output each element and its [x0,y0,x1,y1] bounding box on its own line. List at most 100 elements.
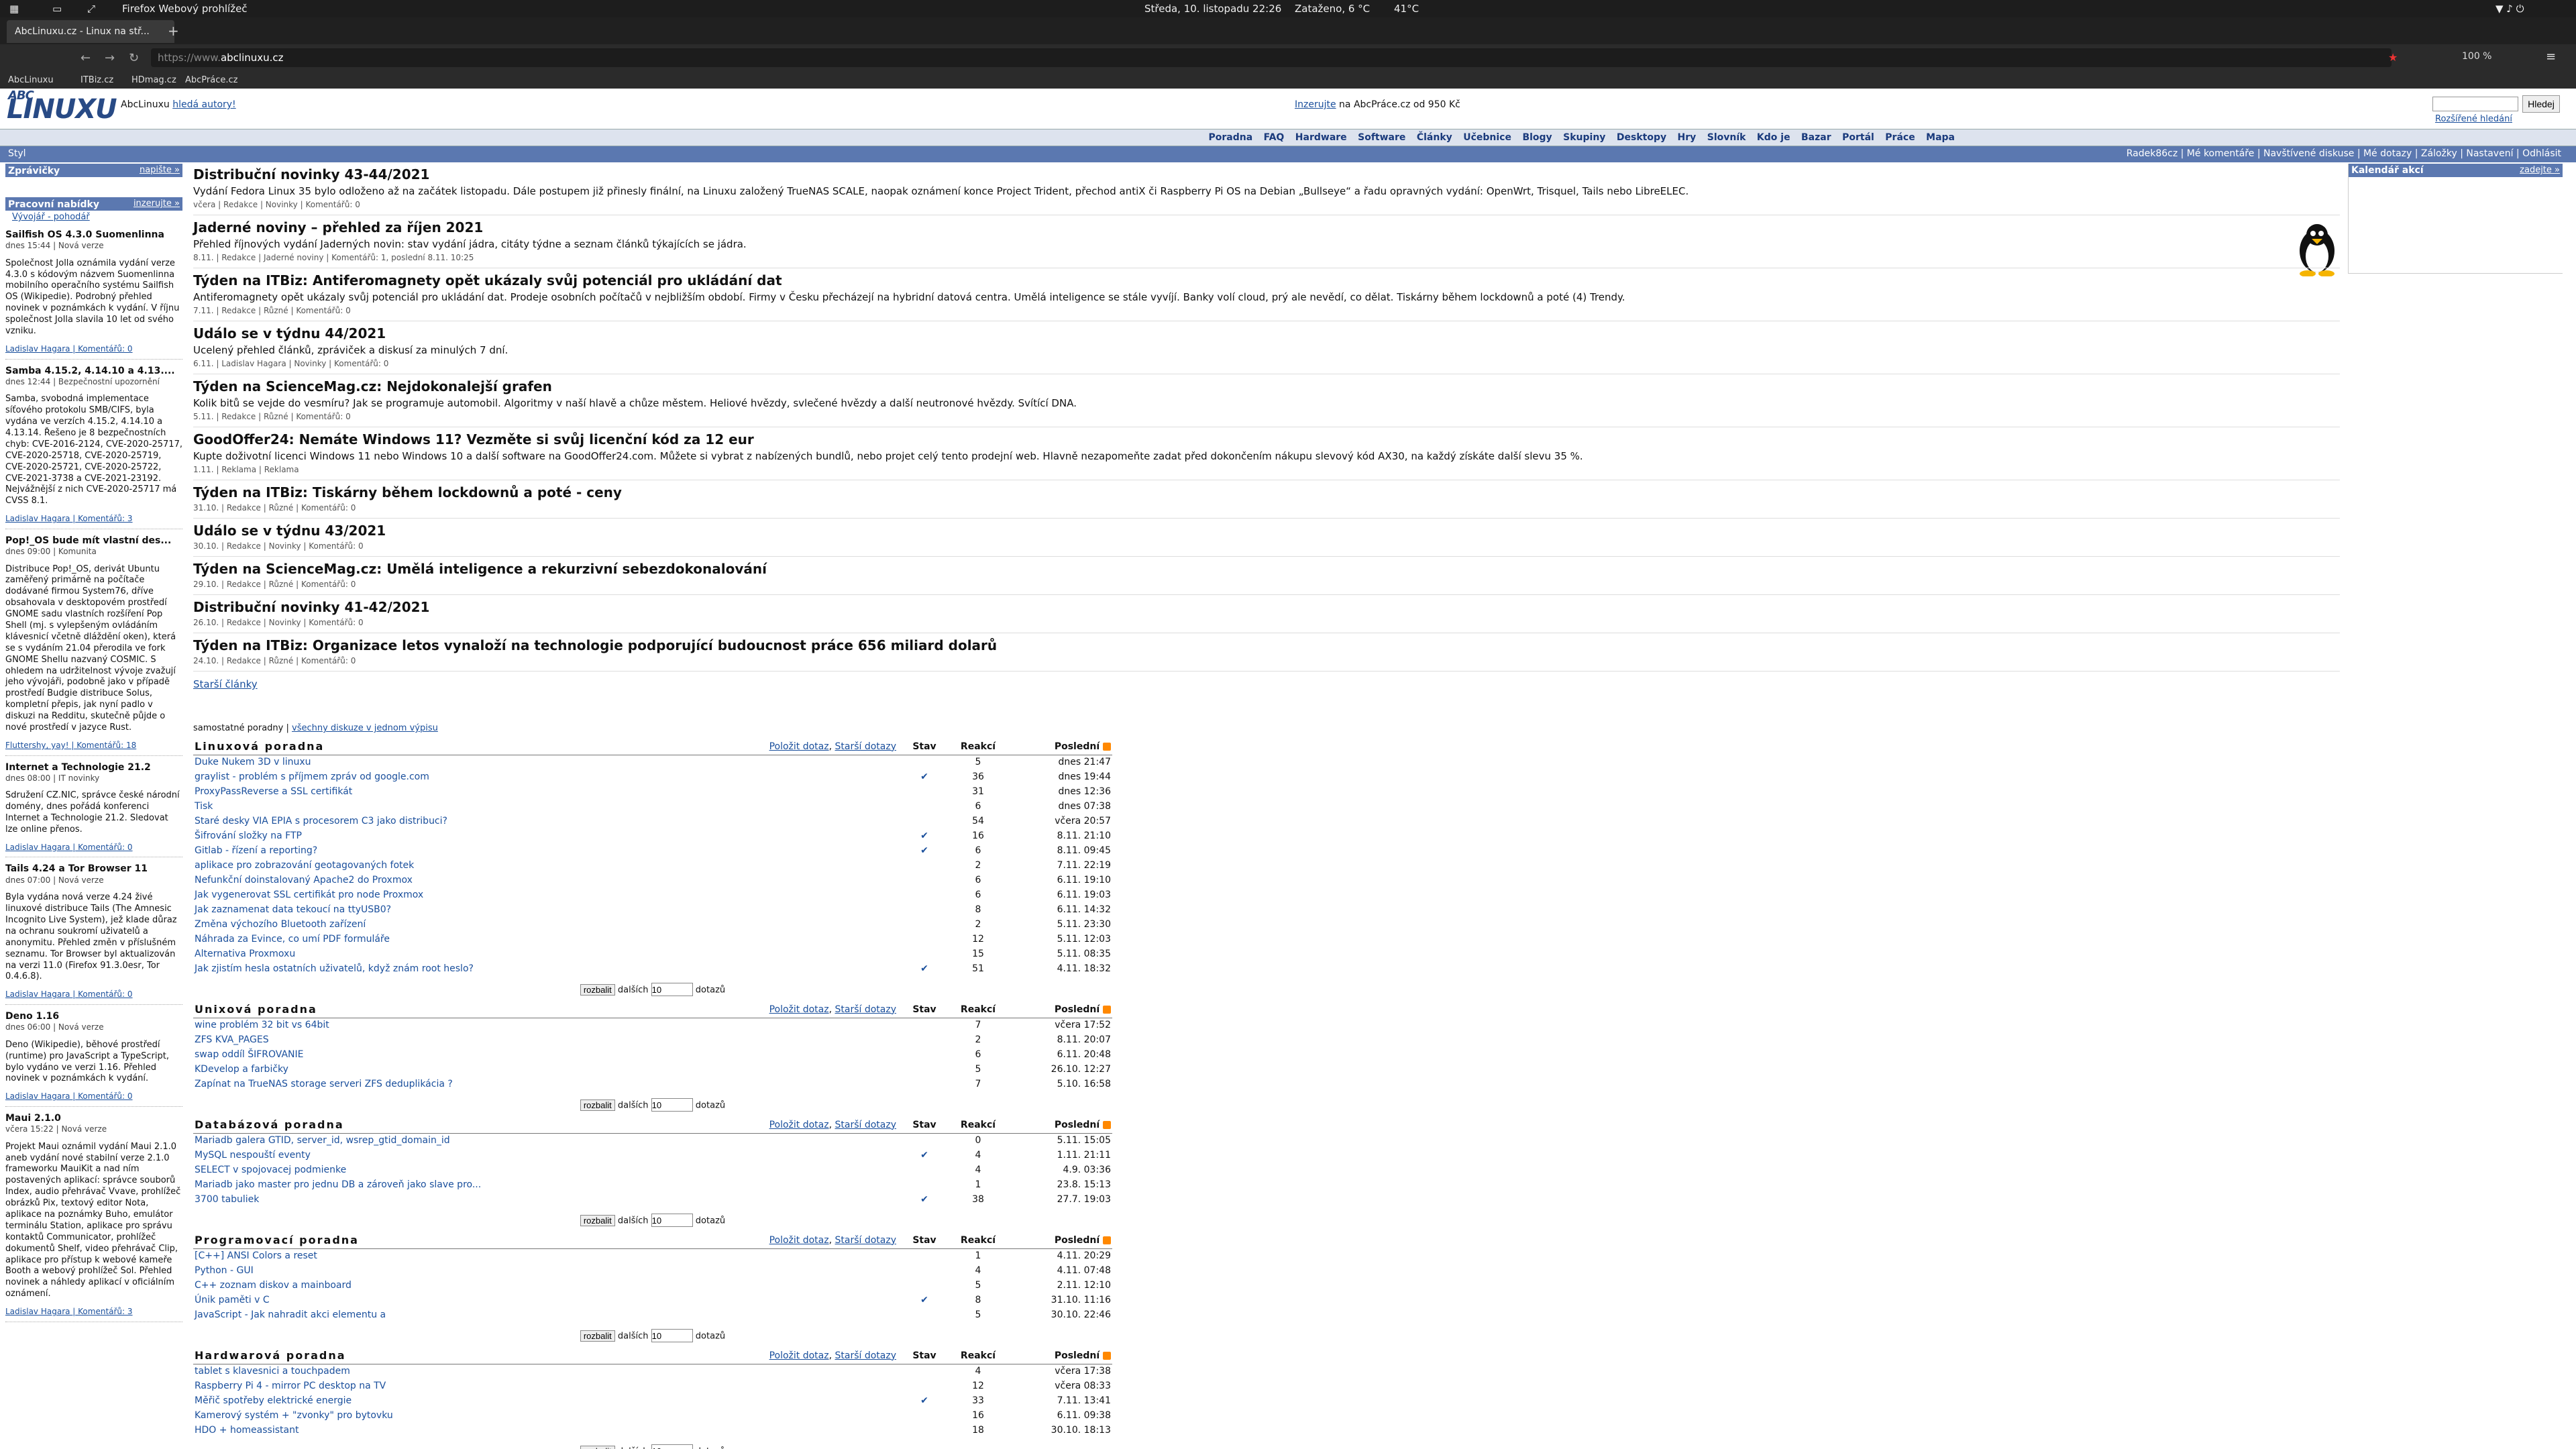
older-articles-link[interactable]: Starší články [193,678,2340,690]
question-link[interactable]: Tisk [195,801,213,812]
article-meta[interactable]: 30.10. | Redakce | Novinky | Komentářů: … [193,540,2340,552]
news-footer[interactable]: Ladislav Hagara | Komentářů: 0 [5,1091,182,1102]
older-questions-link[interactable]: Starší dotazy [835,741,897,752]
news-footer[interactable]: Ladislav Hagara | Komentářů: 0 [5,344,182,355]
question-link[interactable]: Náhrada za Evince, co umí PDF formuláře [195,934,390,945]
forum-name[interactable]: Unixová poradna [193,1002,539,1018]
article-title[interactable]: Distribuční novinky 43-44/2021 [193,165,2340,184]
article-title[interactable]: Jaderné noviny – přehled za říjen 2021 [193,218,2340,237]
menu-item[interactable]: FAQ [1264,132,1285,143]
article-title[interactable]: GoodOffer24: Nemáte Windows 11? Vezměte … [193,430,2340,449]
article-title[interactable]: Týden na ScienceMag.cz: Nejdokonalejší g… [193,377,2340,396]
article-meta[interactable]: 5.11. | Redakce | Různé | Komentářů: 0 [193,411,2340,423]
count-input[interactable] [651,1329,693,1342]
older-questions-link[interactable]: Starší dotazy [835,1004,897,1015]
reload-icon[interactable]: ↻ [129,51,139,65]
expand-button[interactable]: rozbalit [580,983,615,996]
question-link[interactable]: SELECT v spojovacej podmienke [195,1165,346,1175]
menu-item[interactable]: Portál [1842,132,1874,143]
expand-button[interactable]: rozbalit [580,1445,615,1449]
article-title[interactable]: Týden na ITBiz: Organizace letos vynalož… [193,636,2340,655]
zoom-level[interactable]: 100 % [2462,51,2491,62]
question-link[interactable]: Staré desky VIA EPIA s procesorem C3 jak… [195,816,447,826]
search-button[interactable]: Hledej [2522,95,2560,113]
ask-question-link[interactable]: Položit dotaz [769,1350,829,1361]
browser-tab[interactable]: AbcLinuxu.cz - Linux na stř... [7,20,174,43]
question-link[interactable]: swap oddíl ŠIFROVANIE [195,1049,304,1060]
question-link[interactable]: HDO + homeassistant [195,1425,299,1436]
question-link[interactable]: C++ zoznam diskov a mainboard [195,1280,352,1291]
article-meta[interactable]: včera | Redakce | Novinky | Komentářů: 0 [193,199,2340,211]
forum-name[interactable]: Programovací poradna [193,1232,590,1249]
menu-item[interactable]: Hry [1678,132,1697,143]
menu-item[interactable]: Desktopy [1617,132,1666,143]
advertise-link[interactable]: inzerujte » [133,199,180,210]
older-questions-link[interactable]: Starší dotazy [835,1350,897,1361]
question-link[interactable]: Alternativa Proxmoxu [195,949,295,959]
older-questions-link[interactable]: Starší dotazy [835,1120,897,1130]
rss-icon[interactable] [1103,742,1111,751]
forum-name[interactable]: Hardwarová poradna [193,1348,576,1364]
question-link[interactable]: Gitlab - řízení a reporting? [195,845,317,856]
article-title[interactable]: Týden na ScienceMag.cz: Umělá inteligenc… [193,559,2340,578]
article-meta[interactable]: 1.11. | Reklama | Reklama [193,464,2340,476]
question-link[interactable]: tablet s klavesnici a touchpadem [195,1366,350,1377]
question-link[interactable]: Python - GUI [195,1265,254,1276]
question-link[interactable]: [C++] ANSI Colors a reset [195,1250,317,1261]
back-icon[interactable]: ← [80,51,91,65]
question-link[interactable]: Raspberry Pi 4 - mirror PC desktop na TV [195,1381,386,1391]
count-input[interactable] [651,983,693,996]
menu-item[interactable]: Software [1358,132,1405,143]
article-meta[interactable]: 31.10. | Redakce | Různé | Komentářů: 0 [193,502,2340,514]
menu-item[interactable]: Učebnice [1463,132,1511,143]
article-meta[interactable]: 8.11. | Redakce | Jaderné noviny | Komen… [193,252,2340,264]
expand-button[interactable]: rozbalit [580,1330,615,1342]
question-link[interactable]: Nefunkční doinstalovaný Apache2 do Proxm… [195,875,413,885]
news-title[interactable]: Samba 4.15.2, 4.14.10 a 4.13.... [5,365,182,377]
article-title[interactable]: Týden na ITBiz: Antiferomagnety opět uká… [193,271,2340,290]
menu-item[interactable]: Slovník [1707,132,1746,143]
site-logo[interactable]: ABC LINUXU [7,89,117,125]
news-title[interactable]: Maui 2.1.0 [5,1112,182,1124]
network-icon[interactable]: ▼ ♪ ⏻ [2496,3,2524,15]
news-footer[interactable]: Ladislav Hagara | Komentářů: 3 [5,1307,182,1318]
question-link[interactable]: Změna výchozího Bluetooth zařízení [195,919,366,930]
news-footer[interactable]: Ladislav Hagara | Komentářů: 3 [5,514,182,525]
job-link[interactable]: Vývojář - pohodář [12,212,90,222]
bookmark-item[interactable]: HDmag.cz [131,75,176,85]
menu-item[interactable]: Blogy [1522,132,1552,143]
menu-item[interactable]: Práce [1885,132,1915,143]
question-link[interactable]: ProxyPassReverse a SSL certifikát [195,786,352,797]
add-event-link[interactable]: zadejte » [2520,165,2560,175]
ask-question-link[interactable]: Položit dotaz [769,1235,829,1246]
question-link[interactable]: Měřič spotřeby elektrické energie [195,1395,352,1406]
bookmark-star-icon[interactable]: ★ [2388,51,2398,64]
question-link[interactable]: ZFS KVA_PAGES [195,1034,269,1045]
ask-question-link[interactable]: Položit dotaz [769,1120,829,1130]
news-title[interactable]: Tails 4.24 a Tor Browser 11 [5,863,182,875]
menu-item[interactable]: Bazar [1801,132,1831,143]
bookmark-item[interactable]: ITBiz.cz [80,75,113,85]
article-meta[interactable]: 7.11. | Redakce | Různé | Komentářů: 0 [193,305,2340,317]
forum-name[interactable]: Databázová poradna [193,1117,574,1134]
question-link[interactable]: JavaScript - Jak nahradit akci elementu … [195,1309,386,1320]
count-input[interactable] [651,1214,693,1227]
question-link[interactable]: Kamerový systém + "zvonky" pro bytovku [195,1410,393,1421]
question-link[interactable]: Duke Nukem 3D v linuxu [195,757,311,767]
rss-icon[interactable] [1103,1120,1111,1129]
new-tab-icon[interactable]: + [168,23,179,39]
news-title[interactable]: Internet a Technologie 21.2 [5,761,182,773]
count-input[interactable] [651,1444,693,1449]
forward-icon[interactable]: → [105,51,115,65]
weather[interactable]: Zataženo, 6 °C [1295,3,1370,15]
expand-button[interactable]: rozbalit [580,1099,615,1111]
rss-icon[interactable] [1103,1236,1111,1244]
expand-button[interactable]: rozbalit [580,1214,615,1226]
ad-link[interactable]: Inzerujte [1295,99,1336,110]
question-link[interactable]: Únik paměti v C [195,1295,270,1305]
url-bar[interactable]: https://www.abclinuxu.cz [151,48,2392,67]
menu-item[interactable]: Články [1417,132,1452,143]
article-meta[interactable]: 24.10. | Redakce | Různé | Komentářů: 0 [193,655,2340,667]
news-footer[interactable]: Ladislav Hagara | Komentářů: 0 [5,989,182,1000]
app-name[interactable]: Firefox Webový prohlížeč [122,3,248,15]
